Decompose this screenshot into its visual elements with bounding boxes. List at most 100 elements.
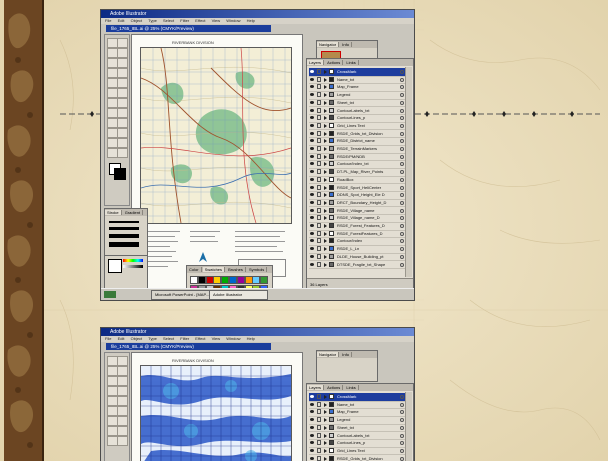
eye-icon[interactable]	[310, 70, 314, 73]
eye-icon[interactable]	[310, 139, 314, 143]
target-icon[interactable]	[400, 216, 404, 221]
tab-stroke[interactable]: Stroke	[105, 210, 122, 215]
target-icon[interactable]	[400, 418, 404, 423]
eye-icon[interactable]	[310, 100, 314, 104]
menu-file-2[interactable]: File	[105, 336, 111, 341]
target-icon[interactable]	[400, 131, 404, 136]
lock-icon[interactable]	[317, 424, 321, 430]
target-icon[interactable]	[400, 85, 404, 90]
expand-triangle-icon[interactable]	[324, 200, 327, 205]
eye-icon[interactable]	[310, 85, 314, 89]
expand-triangle-icon[interactable]	[324, 147, 327, 151]
lock-icon[interactable]	[317, 394, 321, 399]
expand-triangle-icon[interactable]	[324, 433, 327, 438]
menu-select[interactable]: Select	[163, 18, 174, 23]
lock-icon[interactable]	[317, 401, 321, 407]
lock-icon[interactable]	[317, 447, 321, 453]
gradient-tool-icon[interactable]	[117, 118, 128, 128]
layer-row[interactable]: DTSDE_Fragile_txt_Shape	[309, 261, 405, 269]
lock-icon[interactable]	[317, 238, 321, 244]
target-icon[interactable]	[400, 231, 404, 236]
target-icon[interactable]	[400, 456, 404, 461]
eye-icon[interactable]	[310, 116, 314, 120]
eye-icon[interactable]	[310, 162, 314, 166]
expand-triangle-icon[interactable]	[324, 395, 327, 399]
color-swatch[interactable]	[190, 276, 198, 284]
target-icon[interactable]	[400, 139, 404, 144]
menu-view[interactable]: View	[212, 18, 221, 23]
pencil-tool-icon[interactable]	[117, 396, 128, 406]
menu-filter[interactable]: Filter	[180, 18, 189, 23]
expand-triangle-icon[interactable]	[324, 177, 327, 182]
eye-icon[interactable]	[310, 224, 314, 227]
tab-symbols[interactable]: Symbols	[246, 267, 268, 272]
eye-icon[interactable]	[310, 254, 314, 258]
target-icon[interactable]	[400, 410, 404, 415]
tab-layers-2[interactable]: Layers	[307, 385, 325, 390]
expand-triangle-icon[interactable]	[324, 193, 327, 198]
lock-icon[interactable]	[317, 440, 321, 446]
expand-triangle-icon[interactable]	[324, 100, 327, 105]
lock-icon[interactable]	[317, 417, 321, 423]
gradient-tool-icon[interactable]	[117, 436, 128, 446]
lock-icon[interactable]	[317, 153, 321, 159]
expand-triangle-icon[interactable]	[324, 247, 327, 252]
free-transform-tool-icon[interactable]	[117, 416, 128, 426]
eye-icon[interactable]	[310, 77, 314, 81]
expand-triangle-icon[interactable]	[324, 70, 327, 74]
color-swatch[interactable]	[252, 276, 261, 284]
eye-icon[interactable]	[310, 208, 314, 212]
tab-links[interactable]: Links	[344, 60, 359, 65]
eye-icon[interactable]	[310, 177, 314, 181]
eye-icon[interactable]	[310, 456, 314, 460]
menu-help-2[interactable]: Help	[247, 336, 255, 341]
expand-triangle-icon[interactable]	[324, 162, 327, 167]
target-icon[interactable]	[400, 108, 404, 113]
lock-icon[interactable]	[317, 246, 321, 252]
expand-triangle-icon[interactable]	[324, 131, 327, 136]
eye-icon[interactable]	[310, 239, 314, 243]
target-icon[interactable]	[400, 254, 404, 259]
scale-tool-icon[interactable]	[117, 88, 128, 98]
target-icon[interactable]	[400, 425, 404, 430]
menu-type[interactable]: Type	[148, 18, 157, 23]
lock-icon[interactable]	[317, 261, 321, 267]
lock-icon[interactable]	[317, 253, 321, 259]
target-icon[interactable]	[400, 123, 404, 128]
lock-icon[interactable]	[317, 107, 321, 113]
expand-triangle-icon[interactable]	[324, 123, 327, 128]
target-icon[interactable]	[400, 93, 404, 98]
expand-triangle-icon[interactable]	[324, 441, 327, 446]
eye-icon[interactable]	[310, 123, 314, 127]
menu-window[interactable]: Window	[226, 18, 240, 23]
menu-object[interactable]: Object	[131, 18, 143, 23]
eye-icon[interactable]	[310, 170, 314, 174]
tab-actions[interactable]: Actions	[325, 60, 344, 65]
tab-links-2[interactable]: Links	[344, 385, 359, 390]
artboard-2[interactable]: RIVERBANK DIVISION	[131, 352, 303, 461]
menu-filter-2[interactable]: Filter	[180, 336, 189, 341]
stroke-swatch[interactable]	[114, 168, 126, 180]
eye-icon[interactable]	[310, 448, 314, 452]
expand-triangle-icon[interactable]	[324, 77, 327, 82]
lock-icon[interactable]	[317, 176, 321, 182]
target-icon[interactable]	[400, 395, 404, 399]
lock-icon[interactable]	[317, 92, 321, 98]
target-icon[interactable]	[400, 200, 404, 205]
lock-icon[interactable]	[317, 432, 321, 438]
tab-navigator-2[interactable]: Navigator	[317, 352, 340, 357]
target-icon[interactable]	[400, 193, 404, 198]
expand-triangle-icon[interactable]	[324, 154, 327, 159]
lasso-tool-icon[interactable]	[117, 366, 128, 376]
eye-icon[interactable]	[310, 425, 314, 429]
tab-swatches[interactable]: Swatches	[202, 267, 226, 272]
lock-icon[interactable]	[317, 409, 321, 415]
expand-triangle-icon[interactable]	[324, 170, 327, 175]
lock-icon[interactable]	[317, 184, 321, 190]
eye-icon[interactable]	[310, 395, 314, 398]
target-icon[interactable]	[400, 154, 404, 159]
type-tool-icon[interactable]	[117, 58, 128, 68]
target-icon[interactable]	[400, 162, 404, 167]
eye-icon[interactable]	[310, 147, 314, 150]
expand-triangle-icon[interactable]	[324, 116, 327, 121]
